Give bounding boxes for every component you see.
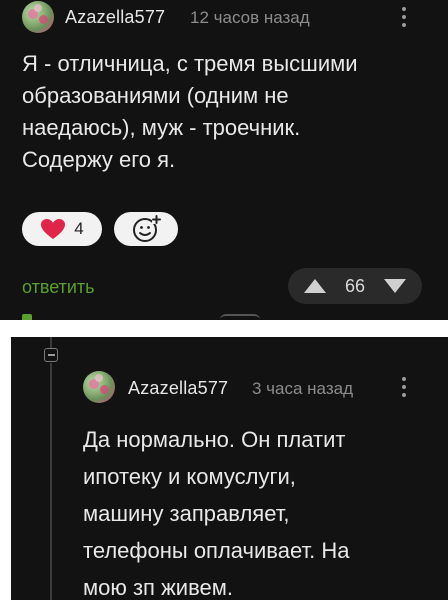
- reply-card: Azazella577 3 часа назад Да нормально. О…: [11, 337, 448, 600]
- triangle-down-icon[interactable]: [382, 277, 408, 295]
- reply-author[interactable]: Azazella577: [128, 378, 228, 399]
- comment-time: 12 часов назад: [190, 8, 310, 27]
- reply-time: 3 часа назад: [252, 379, 353, 398]
- heart-icon: [41, 219, 66, 239]
- add-reaction-icon: [133, 215, 161, 242]
- comment-text: Я - отличница, с тремя высшими образован…: [22, 51, 358, 172]
- thread-line[interactable]: [50, 363, 52, 600]
- avatar[interactable]: [22, 1, 54, 33]
- comment-card: Azazella577 12 часов назад Я - отличница…: [0, 0, 448, 320]
- like-button[interactable]: 4: [22, 212, 102, 246]
- vote-count: 66: [344, 275, 366, 296]
- collapse-minus-icon[interactable]: [44, 348, 58, 362]
- more-vertical-icon[interactable]: [401, 7, 407, 31]
- comment-author[interactable]: Azazella577: [65, 7, 165, 28]
- avatar[interactable]: [83, 371, 115, 403]
- cut-off-row: [22, 314, 32, 320]
- add-reaction-button[interactable]: [114, 212, 178, 246]
- like-count: 4: [74, 219, 84, 238]
- reply-link[interactable]: ответить: [22, 277, 95, 298]
- cut-off-text: [220, 314, 260, 322]
- vote-control: 66: [288, 268, 422, 304]
- triangle-up-icon[interactable]: [302, 277, 328, 295]
- more-vertical-icon[interactable]: [401, 377, 407, 401]
- reply-text: Да нормально. Он платит ипотеку и комусл…: [83, 427, 350, 600]
